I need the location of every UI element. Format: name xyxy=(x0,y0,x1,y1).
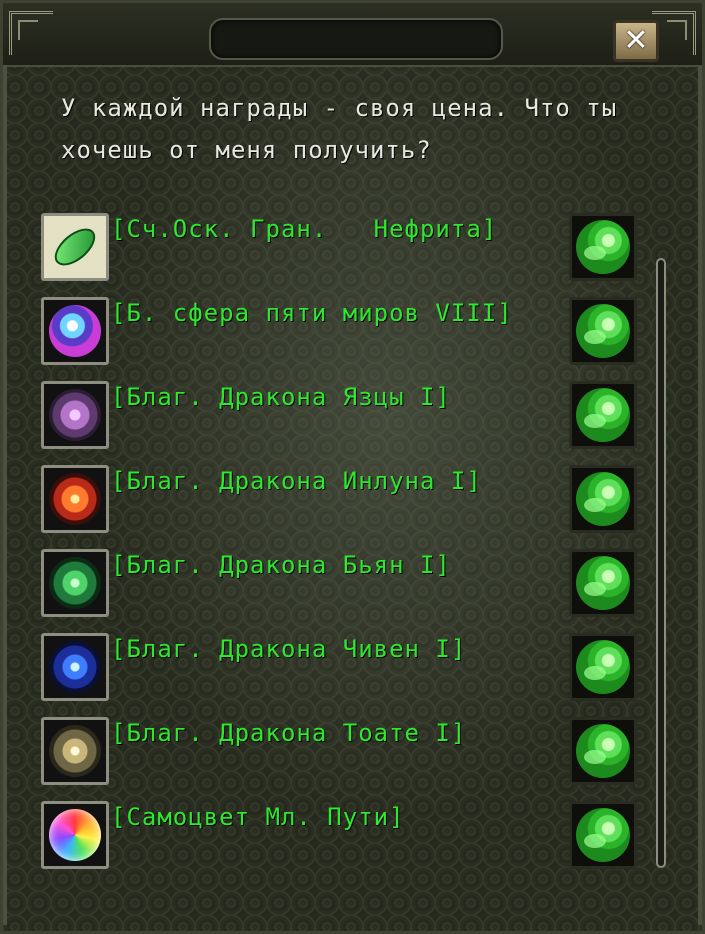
coin-icon xyxy=(576,808,630,862)
prompt-line-2: хочешь от меня получить? xyxy=(61,136,432,164)
reward-name[interactable]: [Благ. Дракона Чивен I] xyxy=(111,635,466,663)
claim-reward-button[interactable] xyxy=(569,381,637,449)
coin-icon xyxy=(576,556,630,610)
reward-name[interactable]: [Благ. Дракона Язцы I] xyxy=(111,383,451,411)
reward-row[interactable]: [Благ. Дракона Тоате I] xyxy=(41,717,641,787)
coin-icon xyxy=(576,640,630,694)
coin-icon xyxy=(576,724,630,778)
dragon-pearl-blue-icon[interactable] xyxy=(41,633,109,701)
claim-reward-button[interactable] xyxy=(569,549,637,617)
reward-name[interactable]: [Благ. Дракона Инлуна I] xyxy=(111,467,482,495)
right-frame xyxy=(698,65,702,925)
reward-row[interactable]: [Самоцвет Мл. Пути] xyxy=(41,801,641,871)
jade-leaf-icon[interactable] xyxy=(41,213,109,281)
reward-name[interactable]: [Самоцвет Мл. Пути] xyxy=(111,803,405,831)
ornament-corner-left xyxy=(9,11,53,55)
reward-row[interactable]: [Благ. Дракона Чивен I] xyxy=(41,633,641,703)
claim-reward-button[interactable] xyxy=(569,633,637,701)
reward-row[interactable]: [Благ. Дракона Инлуна I] xyxy=(41,465,641,535)
reward-dialog: ✕ У каждой награды - своя цена. Что ты х… xyxy=(0,0,705,934)
claim-reward-button[interactable] xyxy=(569,717,637,785)
coin-icon xyxy=(576,472,630,526)
dialog-title-bar: ✕ xyxy=(3,3,702,67)
coin-icon xyxy=(576,388,630,442)
dragon-pearl-violet-icon[interactable] xyxy=(41,381,109,449)
reward-row[interactable]: [Благ. Дракона Бьян I] xyxy=(41,549,641,619)
reward-name[interactable]: [Благ. Дракона Тоате I] xyxy=(111,719,466,747)
claim-reward-button[interactable] xyxy=(569,465,637,533)
reward-name[interactable]: [Сч.Оск. Гран. Нефрита] xyxy=(111,215,497,243)
reward-row[interactable]: [Б. сфера пяти миров VIII] xyxy=(41,297,641,367)
dragon-pearl-green-icon[interactable] xyxy=(41,549,109,617)
close-icon: ✕ xyxy=(623,23,649,58)
ornament-corner-right xyxy=(652,11,696,55)
reward-row[interactable]: [Благ. Дракона Язцы I] xyxy=(41,381,641,451)
npc-prompt: У каждой награды - своя цена. Что ты хоч… xyxy=(61,87,661,171)
list-scrollbar[interactable] xyxy=(656,258,666,868)
coin-icon xyxy=(576,304,630,358)
coin-icon xyxy=(576,220,630,274)
claim-reward-button[interactable] xyxy=(569,801,637,869)
dragon-pearl-gold-icon[interactable] xyxy=(41,717,109,785)
dragon-pearl-red-icon[interactable] xyxy=(41,465,109,533)
left-frame xyxy=(3,65,7,925)
reward-name[interactable]: [Б. сфера пяти миров VIII] xyxy=(111,299,513,327)
title-slot xyxy=(209,18,503,60)
reward-row[interactable]: [Сч.Оск. Гран. Нефрита] xyxy=(41,213,641,283)
reward-name[interactable]: [Благ. Дракона Бьян I] xyxy=(111,551,451,579)
claim-reward-button[interactable] xyxy=(569,213,637,281)
five-worlds-sphere-icon[interactable] xyxy=(41,297,109,365)
prompt-line-1: У каждой награды - своя цена. Что ты xyxy=(61,94,618,122)
claim-reward-button[interactable] xyxy=(569,297,637,365)
rainbow-gem-icon[interactable] xyxy=(41,801,109,869)
